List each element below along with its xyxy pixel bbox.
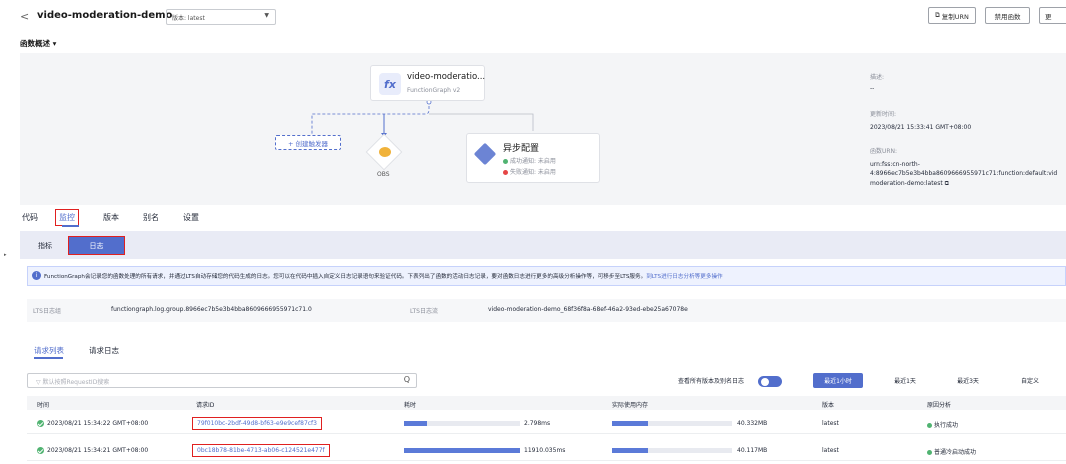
- search-input[interactable]: ▽ 默认按照RequestID搜索 Q: [27, 373, 417, 388]
- list-tab-indicator: [34, 357, 63, 359]
- row-time: 2023/08/21 15:34:21 GMT+08:00: [37, 447, 148, 454]
- tab-monitoring[interactable]: 监控: [55, 209, 79, 226]
- urn-line-3: moderation-demo:latest ⧉: [870, 180, 949, 188]
- table-row[interactable]: 2023/08/21 15:34:22 GMT+08:00 79f010bc-2…: [27, 413, 1066, 434]
- fail-dot-icon: [503, 170, 508, 175]
- col-request-id: 请求ID: [196, 402, 215, 409]
- memory-bar: [612, 421, 732, 426]
- updated-value: 2023/08/21 15:33:41 GMT+08:00: [870, 124, 972, 131]
- row-time-text: 2023/08/21 15:34:21 GMT+08:00: [47, 447, 149, 454]
- range-1h-button[interactable]: 最近1小时: [813, 373, 863, 388]
- tab-code[interactable]: 代码: [22, 212, 38, 223]
- desc-value: --: [870, 85, 875, 92]
- function-icon: fx: [379, 73, 401, 95]
- memory-fill: [612, 448, 648, 453]
- urn-line-1: urn:fss:cn-north-: [870, 161, 920, 168]
- row-request-id[interactable]: 79f010bc-2bdf-49d8-bf63-e9e9cef87cf3: [192, 417, 322, 430]
- obs-label: OBS: [377, 171, 390, 178]
- row-duration: 11910.035ms: [524, 447, 566, 454]
- table-header: [27, 396, 1066, 410]
- info-notice: i FunctionGraph会记录您的函数处理的所有请求，并通过LTS自动存储…: [27, 266, 1066, 286]
- tab-request-list[interactable]: 请求列表: [34, 345, 64, 356]
- function-node-name: video-moderatio...: [407, 72, 486, 82]
- updated-label: 更新时间:: [870, 111, 897, 118]
- tab-settings[interactable]: 设置: [183, 212, 199, 223]
- subtab-bar: [20, 231, 1066, 259]
- tab-versions[interactable]: 版本: [103, 212, 119, 223]
- duration-bar: [404, 448, 520, 453]
- search-icon[interactable]: Q: [404, 375, 410, 384]
- tab-aliases[interactable]: 别名: [143, 212, 159, 223]
- function-node-runtime: FunctionGraph v2: [407, 87, 461, 94]
- tab-request-log[interactable]: 请求日志: [89, 345, 119, 356]
- lts-link[interactable]: 到LTS进行日志分析等更多操作: [646, 274, 722, 280]
- col-reason: 原因分析: [927, 402, 952, 409]
- async-config-node[interactable]: 异步配置 成功通知: 未启用 失败通知: 未启用: [466, 133, 600, 183]
- async-fail-text: 失败通知: 未启用: [510, 169, 556, 176]
- copy-icon[interactable]: ⧉: [945, 180, 949, 187]
- lts-stream-value: video-moderation-demo_68f36f8a-68ef-46a2…: [488, 306, 688, 313]
- duration-bar: [404, 421, 520, 426]
- duration-fill: [404, 421, 428, 426]
- row-reason: 普通冷启动成功: [927, 447, 976, 456]
- success-icon: [37, 447, 44, 454]
- table-row[interactable]: 2023/08/21 15:34:21 GMT+08:00 0bc18b78-8…: [27, 440, 1066, 461]
- urn-label: 函数URN:: [870, 148, 898, 155]
- desc-label: 描述:: [870, 74, 885, 81]
- search-placeholder: 默认按照RequestID搜索: [42, 379, 110, 386]
- lts-stream-label: LTS日志流: [410, 308, 438, 315]
- filter-icon: ▽: [36, 379, 41, 386]
- success-icon: [37, 420, 44, 427]
- obs-logo-icon: [379, 147, 391, 157]
- status-dot-icon: [927, 423, 932, 428]
- active-tab-indicator: [62, 225, 79, 227]
- col-version: 版本: [822, 402, 835, 409]
- subtab-metrics[interactable]: 指标: [38, 241, 52, 251]
- col-memory: 实际使用内存: [612, 402, 649, 409]
- range-3d-button[interactable]: 最近3天: [943, 373, 993, 388]
- async-fail: 失败通知: 未启用: [503, 167, 556, 176]
- async-success: 成功通知: 未启用: [503, 156, 556, 165]
- row-time-text: 2023/08/21 15:34:22 GMT+08:00: [47, 420, 149, 427]
- row-memory: 40.332MB: [737, 420, 768, 427]
- function-node[interactable]: fx video-moderatio... FunctionGraph v2: [370, 65, 485, 101]
- memory-fill: [612, 421, 648, 426]
- lts-group-label: LTS日志组: [33, 308, 61, 315]
- async-icon: [473, 142, 497, 166]
- urn-line-3-text: moderation-demo:latest: [870, 180, 943, 187]
- col-duration: 耗时: [404, 402, 417, 409]
- async-success-text: 成功通知: 未启用: [510, 158, 556, 165]
- row-reason: 执行成功: [927, 420, 958, 429]
- all-versions-toggle[interactable]: [758, 376, 782, 387]
- row-memory: 40.117MB: [737, 447, 768, 454]
- lts-group-value: functiongraph.log.group.8966ec7b5e3b4bba…: [111, 306, 312, 313]
- async-title: 异步配置: [503, 144, 540, 154]
- range-1d-button[interactable]: 最近1天: [880, 373, 930, 388]
- row-reason-text: 普通冷启动成功: [934, 449, 977, 456]
- row-duration: 2.798ms: [524, 420, 551, 427]
- status-dot-icon: [927, 450, 932, 455]
- row-request-id[interactable]: 0bc18b78-81be-4713-ab06-c124521e477f: [192, 444, 330, 457]
- row-reason-text: 执行成功: [934, 422, 959, 429]
- expand-arrow-icon[interactable]: ▸: [4, 252, 7, 258]
- memory-bar: [612, 448, 732, 453]
- create-trigger-button[interactable]: + 创建触发器: [275, 135, 341, 150]
- success-dot-icon: [503, 159, 508, 164]
- range-custom-button[interactable]: 自定义: [1005, 373, 1055, 388]
- lts-info-bar: LTS日志组 functiongraph.log.group.8966ec7b5…: [27, 299, 1066, 322]
- urn-line-2: 4:8966ec7b5e3b4bba8609666955971c71:funct…: [870, 170, 1058, 177]
- info-icon: i: [32, 271, 41, 280]
- subtab-logs[interactable]: 日志: [68, 236, 125, 255]
- notice-text: FunctionGraph会记录您的函数处理的所有请求，并通过LTS自动存储您的…: [44, 274, 647, 280]
- toggle-label: 查看所有版本及别名日志: [678, 378, 745, 385]
- row-version: latest: [822, 447, 839, 454]
- duration-fill: [404, 448, 520, 453]
- row-time: 2023/08/21 15:34:22 GMT+08:00: [37, 420, 148, 427]
- row-version: latest: [822, 420, 839, 427]
- col-time: 时间: [37, 402, 50, 409]
